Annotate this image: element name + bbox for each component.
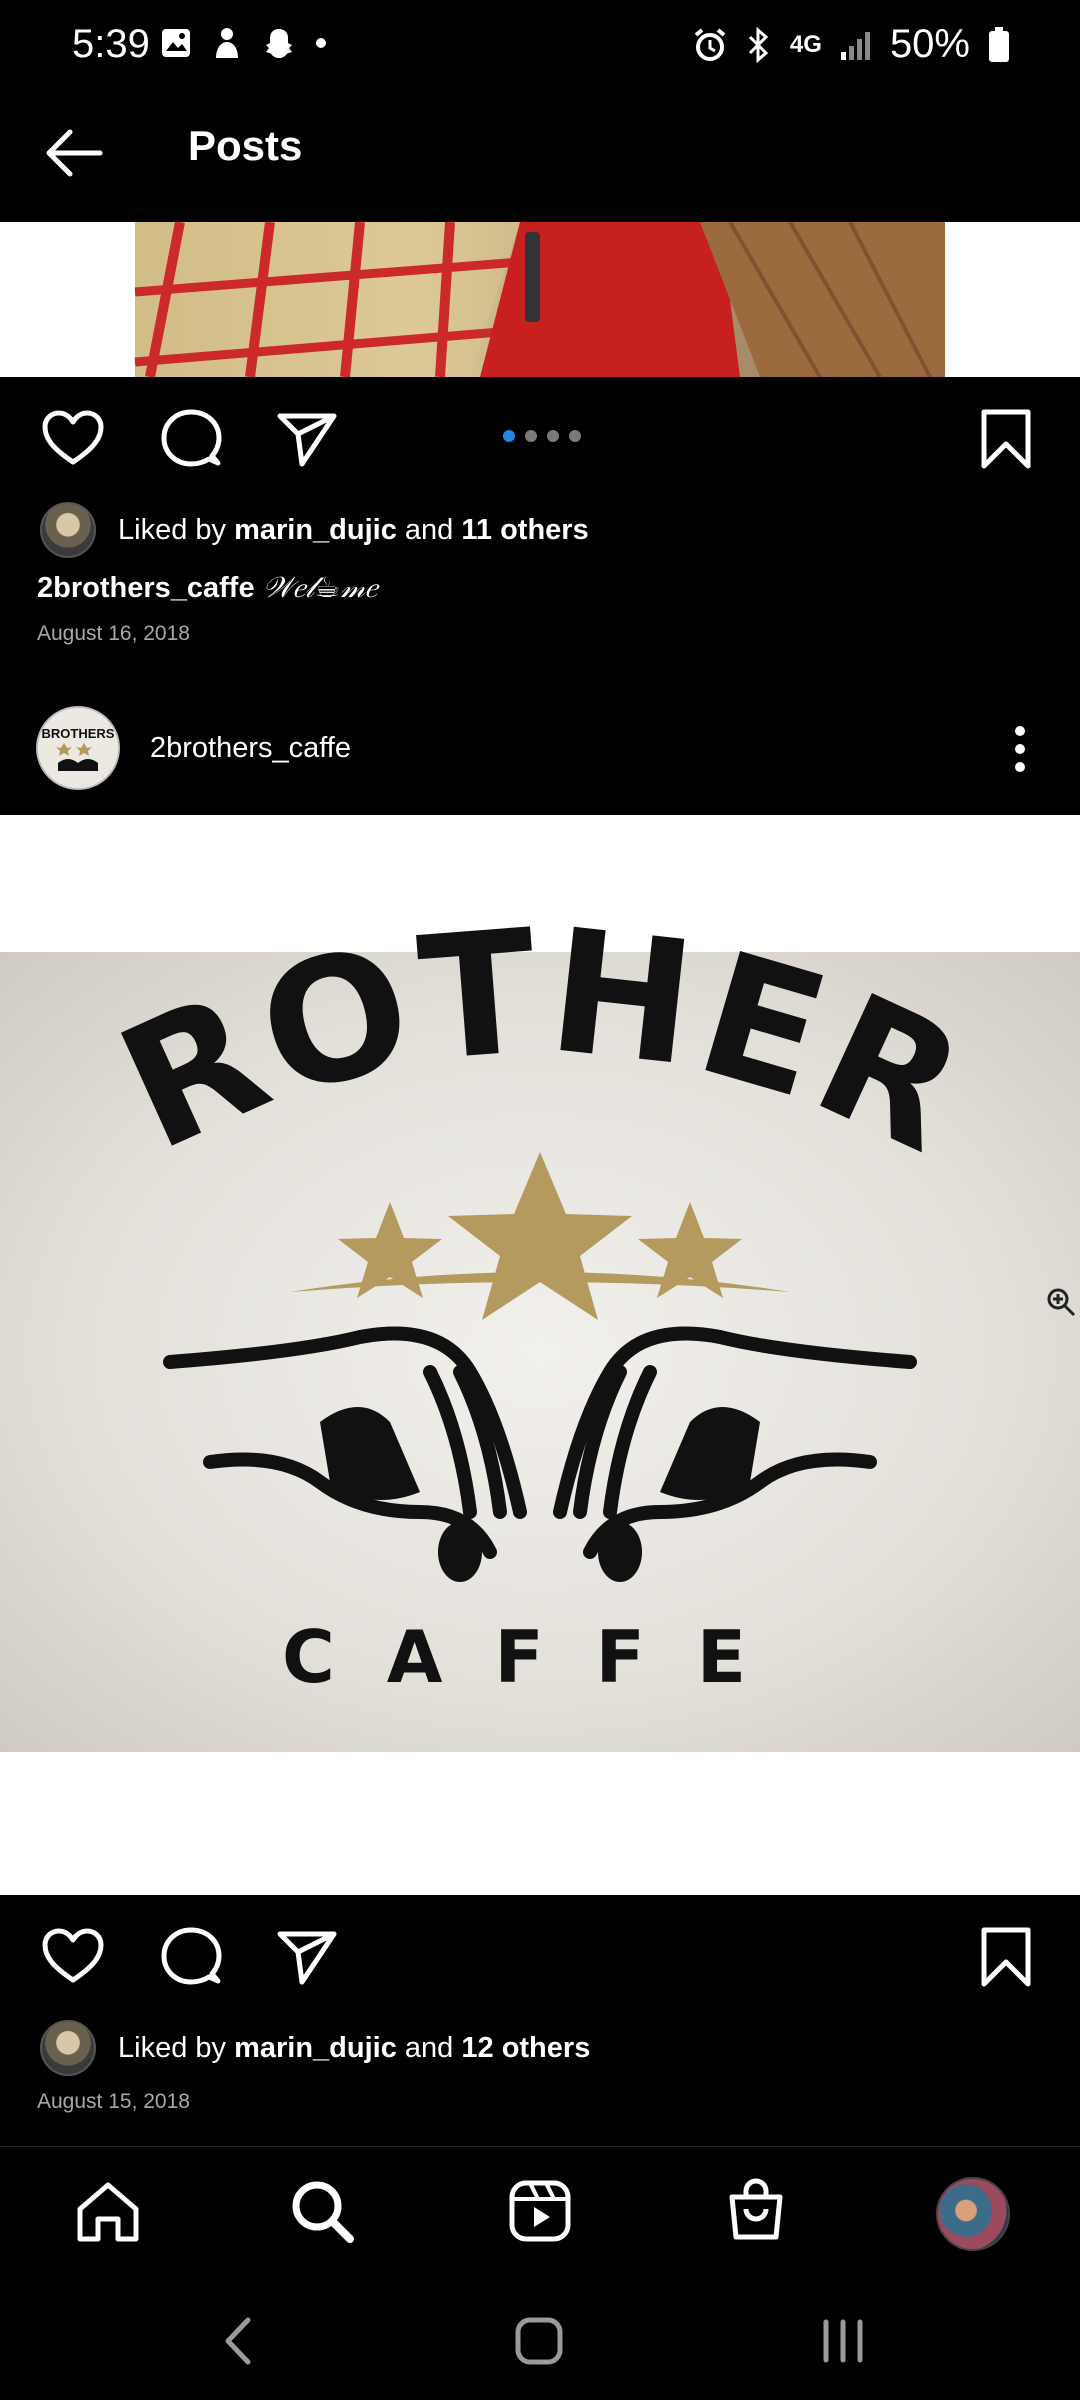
system-home-icon[interactable] [514, 2316, 564, 2366]
liker-username[interactable]: marin_dujic [234, 514, 397, 546]
send-icon[interactable] [276, 1928, 338, 1986]
post2-date: August 15, 2018 [37, 2090, 190, 2113]
carousel-dot [547, 430, 559, 442]
status-indicators: 4G 50% [692, 22, 1010, 67]
logo-caffe-text: CAFFE [282, 1615, 798, 1699]
profile-avatar[interactable] [936, 2177, 1010, 2251]
carousel-dot-active [503, 430, 515, 442]
author-avatar-logo: BROTHERS [38, 708, 118, 788]
comment-icon[interactable] [160, 408, 222, 470]
brothers-caffe-logo: BROTHERS CAFFE [0, 815, 1076, 1699]
likes-summary[interactable]: Liked by marin_dujic and 11 others [40, 502, 589, 558]
likes-others[interactable]: 12 others [461, 2032, 590, 2064]
post1-image[interactable] [0, 222, 1080, 377]
carousel-dot [569, 430, 581, 442]
home-icon[interactable] [76, 2181, 140, 2243]
app-notification-icon [216, 28, 238, 58]
send-icon[interactable] [276, 410, 338, 468]
logo-fist-fills [320, 1407, 760, 1582]
battery-icon [989, 26, 1009, 62]
liker-avatar [40, 502, 96, 558]
status-time: 5:39 [72, 22, 150, 66]
page-title: Posts [188, 122, 303, 169]
post1-photo [134, 222, 945, 377]
alarm-icon [694, 27, 726, 61]
bluetooth-icon [748, 26, 769, 63]
post1-caption: 2brothers_caffe 𝒲𝑒𝓁☕𝓂𝑒 [37, 570, 377, 605]
post2-image[interactable]: BROTHERS CAFFE [0, 815, 1080, 1895]
carousel-dot [525, 430, 537, 442]
battery-percent: 50% [889, 22, 970, 66]
liker-username[interactable]: marin_dujic [234, 2032, 397, 2064]
system-back-icon[interactable] [222, 2316, 252, 2366]
avatar-logo-text: BROTHERS [42, 726, 115, 741]
like-heart-icon[interactable] [42, 410, 104, 466]
likes-summary[interactable]: Liked by marin_dujic and 12 others [40, 2020, 590, 2076]
system-nav-bar [0, 2276, 1080, 2400]
zoom-in-icon[interactable] [1047, 1288, 1076, 1317]
network-type: 4G [789, 30, 822, 58]
gallery-icon [162, 29, 190, 57]
post2-author-row[interactable]: BROTHERS 2brothers_caffe [36, 706, 351, 790]
reels-icon[interactable] [508, 2179, 572, 2243]
more-options-icon[interactable] [1014, 726, 1026, 772]
notification-icons [160, 26, 326, 60]
bookmark-icon[interactable] [980, 1926, 1032, 1988]
likes-and: and [404, 513, 454, 546]
like-heart-icon[interactable] [42, 1928, 104, 1984]
search-icon[interactable] [290, 2179, 354, 2243]
logo-stars [290, 1152, 790, 1320]
snapchat-icon [266, 29, 292, 58]
bottom-nav [0, 2146, 1080, 2277]
post1-date: August 16, 2018 [37, 622, 190, 645]
author-avatar[interactable]: BROTHERS [36, 706, 120, 790]
signal-icon [840, 31, 870, 60]
shop-icon[interactable] [726, 2177, 786, 2243]
caption-username[interactable]: 2brothers_caffe [37, 572, 255, 604]
dot-icon [316, 38, 326, 48]
author-username[interactable]: 2brothers_caffe [150, 732, 351, 765]
back-arrow-icon[interactable] [40, 118, 110, 188]
logo-fists [163, 1326, 917, 1559]
comment-icon[interactable] [160, 1926, 222, 1988]
likes-and: and [404, 2031, 454, 2064]
carousel-indicator [503, 430, 581, 442]
likes-others[interactable]: 11 others [461, 514, 588, 546]
liker-avatar [40, 2020, 96, 2076]
logo-brothers-text: BROTHERS [0, 815, 994, 1193]
likes-prefix: Liked by [118, 513, 227, 546]
system-recents-icon[interactable] [820, 2316, 866, 2366]
bookmark-icon[interactable] [980, 408, 1032, 470]
caption-text: 𝒲𝑒𝓁☕𝓂𝑒 [262, 572, 378, 604]
likes-prefix: Liked by [118, 2031, 227, 2064]
